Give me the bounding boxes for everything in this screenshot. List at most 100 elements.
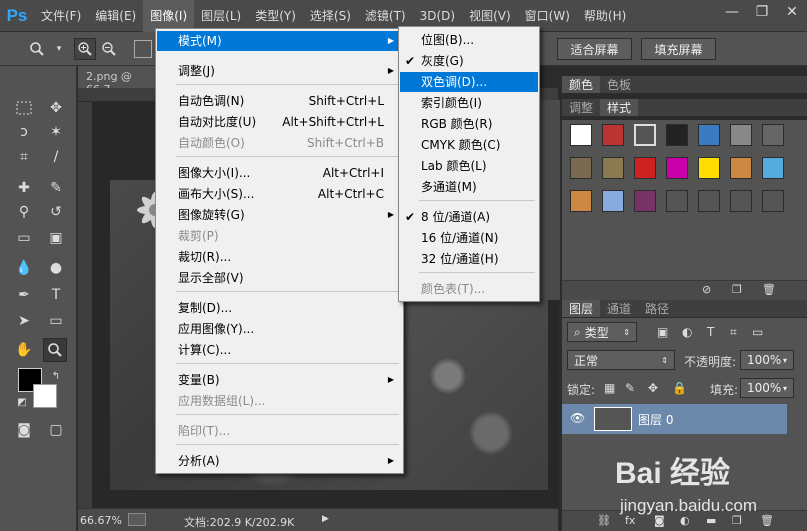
image-menu-item[interactable]: 变量(B) ▶ [157,370,402,390]
tool-preset-dropdown-icon[interactable]: ▾ [48,38,70,60]
status-preview-icon[interactable] [128,513,146,526]
style-swatch[interactable] [634,190,656,212]
image-menu-item[interactable]: 应用图像(Y)... [157,319,402,339]
style-swatch[interactable] [570,157,592,179]
status-zoom[interactable]: 66.67% [80,514,122,527]
style-swatch[interactable] [602,190,624,212]
layer-row[interactable]: 👁 图层 0 [562,404,787,434]
mode-menu-item[interactable]: ✔ 8 位/通道(A) [400,207,538,227]
lock-position-icon[interactable]: ✥ [648,381,658,395]
image-menu-item[interactable]: 裁切(R)... [157,247,402,267]
fill-input[interactable]: 100% ▾ [740,378,794,398]
swap-colors-icon[interactable]: ↰ [44,364,68,388]
type-filter-icon[interactable]: T [707,325,714,339]
mode-menu-item[interactable]: 32 位/通道(H) [400,249,538,269]
image-filter-icon[interactable]: ▣ [657,325,668,339]
fill-screen-button[interactable]: 填充屏幕 [641,38,716,60]
style-swatch[interactable] [762,190,784,212]
style-swatch[interactable] [698,124,720,146]
menu-5[interactable]: 选择(S) [303,0,358,32]
image-menu-item[interactable]: 分析(A) ▶ [157,451,402,471]
mode-menu-item[interactable]: 多通道(M) [400,177,538,197]
panel-tab[interactable]: 样式 [600,99,639,116]
visibility-eye-icon[interactable]: 👁 [570,411,585,425]
eraser-icon[interactable]: ▭ [12,226,36,250]
type-tool-icon[interactable]: T [44,283,68,307]
style-swatch[interactable] [602,157,624,179]
status-arrow-icon[interactable]: ▶ [322,514,329,524]
style-swatch[interactable] [730,157,752,179]
zoom-in-icon[interactable] [74,38,96,60]
document-tab[interactable]: 2.png @ 66.7 [78,66,160,96]
mode-menu-item[interactable]: 位图(B)... [400,30,538,50]
style-swatch[interactable] [634,157,656,179]
checkbox-icon[interactable] [134,40,152,58]
menu-0[interactable]: 文件(F) [34,0,88,32]
image-menu-item[interactable]: 显示全部(V) [157,268,402,288]
style-swatch[interactable] [666,124,688,146]
shape-filter-icon[interactable]: ⌗ [730,325,737,340]
brush-tool-icon[interactable]: ✎ [44,176,68,200]
filter-kind-select[interactable]: ⌕ 类型 ⇕ [567,322,637,342]
style-swatch[interactable] [666,190,688,212]
style-swatch[interactable] [730,124,752,146]
zoom-tool-icon[interactable] [26,38,48,60]
gradient-tool-icon[interactable]: ▣ [44,226,68,250]
pen-tool-icon[interactable]: ✒ [12,283,36,307]
healing-brush-icon[interactable]: ✚ [12,176,36,200]
screen-mode-icon[interactable]: ▢ [44,418,68,442]
dodge-tool-icon[interactable]: ● [44,256,68,280]
delete-icon[interactable]: 🗑 [762,283,776,296]
default-colors-icon[interactable]: ◩ [10,390,34,414]
style-swatch[interactable] [762,157,784,179]
mode-menu-item[interactable]: Lab 颜色(L) [400,156,538,176]
zoom-tool-selected-icon[interactable] [43,338,67,362]
quick-mask-icon[interactable]: ◙ [12,418,36,442]
magic-wand-icon[interactable]: ✶ [44,120,68,144]
marquee-tool-icon[interactable] [12,96,36,120]
restore-button[interactable]: ❐ [747,0,777,24]
panel-tab[interactable]: 图层 [562,300,601,317]
menu-2[interactable]: 图像(I) [143,0,195,32]
image-menu-item[interactable]: 模式(M) ▶ [157,31,402,51]
mode-menu-item[interactable]: ✔ 灰度(G) [400,51,538,71]
minimize-button[interactable]: — [717,0,747,24]
mode-menu-item[interactable]: 双色调(D)... [400,72,538,92]
menu-1[interactable]: 编辑(E) [88,0,143,32]
adjust-filter-icon[interactable]: ◐ [682,325,692,339]
style-swatch[interactable] [602,124,624,146]
menu-3[interactable]: 图层(L) [194,0,248,32]
panel-tab[interactable]: 路径 [638,300,676,317]
mode-menu-item[interactable]: CMYK 颜色(C) [400,135,538,155]
menu-4[interactable]: 类型(Y) [248,0,303,32]
image-menu-item[interactable]: 计算(C)... [157,340,402,360]
zoom-out-icon[interactable] [98,38,120,60]
panel-tab[interactable]: 色板 [600,76,638,93]
style-swatch[interactable] [762,124,784,146]
crop-tool-icon[interactable]: ⌗ [12,145,36,169]
path-selection-icon[interactable]: ➤ [12,309,36,333]
shape-tool-icon[interactable]: ▭ [44,309,68,333]
image-menu-item[interactable]: 图像旋转(G) ▶ [157,205,402,225]
app-logo[interactable]: Ps [0,0,34,32]
style-swatch[interactable] [730,190,752,212]
image-menu-item[interactable]: 画布大小(S)... Alt+Ctrl+C [157,184,402,204]
image-menu-item[interactable]: 图像大小(I)... Alt+Ctrl+I [157,163,402,183]
lock-all-icon[interactable]: 🔒 [672,381,687,395]
opacity-input[interactable]: 100% ▾ [740,350,794,370]
menu-10[interactable]: 帮助(H) [577,0,633,32]
blur-tool-icon[interactable]: 💧 [12,256,36,280]
eyedropper-icon[interactable]: / [44,145,68,169]
lasso-tool-icon[interactable]: ↄ [12,120,36,144]
panel-tab[interactable]: 颜色 [562,76,601,93]
panel-tab[interactable]: 调整 [562,99,600,116]
document-image-right[interactable] [405,300,548,490]
layer-name[interactable]: 图层 0 [638,411,673,428]
style-swatch[interactable] [666,157,688,179]
smart-filter-icon[interactable]: ▭ [752,325,763,339]
style-swatch[interactable] [634,124,656,146]
no-icon[interactable]: ⊘ [702,283,711,296]
lock-image-icon[interactable]: ✎ [625,381,635,395]
panel-tab[interactable]: 通道 [600,300,638,317]
hand-tool-icon[interactable]: ✋ [12,338,36,362]
